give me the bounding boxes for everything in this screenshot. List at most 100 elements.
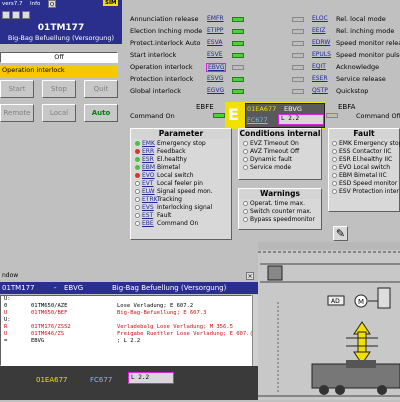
sim-badge: SIM [103,0,119,6]
status-dot [332,165,337,170]
window-unit: 01TM177 [2,284,35,292]
parameter-code[interactable]: ELW [142,188,157,196]
window-titlebar: ndow × [0,272,258,281]
footer-fc[interactable]: FC677 [90,376,112,384]
parameter-row: EVS Interlocking signal [135,204,227,212]
status-dot [243,157,248,162]
signal-code-qstp[interactable]: QSTP [312,87,328,94]
status-dot [135,189,140,194]
status-dot [135,149,140,154]
fault-row: EMK Emergency stop [332,140,400,148]
fault-title: Fault [329,129,399,139]
signal-code-etipp[interactable]: ETIPP [206,27,224,34]
signal-led [292,65,304,70]
local-button[interactable]: Local [42,104,76,122]
parameter-code[interactable]: EST [142,212,157,220]
signal-led [232,41,244,46]
signal-code-eser[interactable]: ESER [312,75,328,82]
pencil-icon[interactable]: ✎ [333,226,348,241]
command-on-led [213,113,225,118]
status-dot [243,217,248,222]
window-button-2[interactable] [12,11,20,19]
listing-line: R 01TM176/ZS52 Verladebalg Lose Verladung;… [1,324,251,331]
parameter-label: Tracking [157,196,182,203]
condition-label: EVZ Timeout On [250,140,299,147]
listing-op: U [4,310,8,316]
status-dot [332,149,337,154]
signal-code-esva[interactable]: ESVA [206,39,223,46]
status-dot [332,189,337,194]
signal-led [292,41,304,46]
signal-label: Service release [336,75,386,83]
signal-code-egvg[interactable]: EGVG [206,87,225,94]
parameter-label: Fault [157,212,172,219]
parameter-code[interactable]: ESR [142,156,157,164]
signal-label: Annunciation release [130,15,199,23]
status-dot [243,165,248,170]
window-button-3[interactable] [22,11,30,19]
signal-code-esvg[interactable]: ESVG [206,75,224,82]
start-button[interactable]: Start [0,80,34,98]
info-label[interactable]: Info [30,1,40,7]
parameter-code[interactable]: ETRK [142,196,158,204]
parameter-code[interactable]: EVS [142,204,157,212]
signal-code-edrw[interactable]: EDRW [312,39,330,46]
signal-code-emfr[interactable]: EMFR [206,15,225,22]
svg-text:M: M [358,298,364,306]
signal-code-eeiz[interactable]: EEIZ [312,27,325,34]
parameter-code[interactable]: ERR [142,148,157,156]
q-button[interactable]: Q [48,0,56,8]
fault-row: ESV Protection inter [332,188,399,196]
status-dot [135,181,140,186]
parameter-code[interactable]: EVO [142,172,157,180]
fb-fc[interactable]: FC677 [247,116,268,124]
parameter-code[interactable]: EMK [142,140,157,148]
remote-button[interactable]: Remote [0,104,34,122]
listing-op: U: [4,317,11,323]
signal-led [292,53,304,58]
window-title: ndow [2,272,19,279]
command-off-label: Command Off [356,112,400,120]
parameter-label: Bimetal [157,164,181,171]
signal-code-ebvg[interactable]: EBVG [206,63,227,72]
parameter-code[interactable]: EVT [142,180,157,188]
fault-label: EBM Bimetal IIC [339,172,387,179]
parameter-row: EMK Emergency stop [135,140,227,148]
signal-led [292,89,304,94]
parameter-code[interactable]: EBM [142,164,157,172]
fault-label: EMK Emergency stop [339,140,400,147]
window-button-1[interactable] [2,11,10,19]
warning-label: Bypass speedmonitor [250,216,315,223]
fault-panel: Fault EMK Emergency stop ESS Contactor II… [328,128,400,212]
version-label: vers7.7 [2,1,23,7]
ebfa-code: EBFA [338,103,356,111]
listing-op: R [4,324,8,330]
auto-button[interactable]: Auto [84,104,118,122]
status-dot [135,205,140,210]
signal-code-epuls[interactable]: EPULS [312,51,331,58]
parameter-label: Command On [157,220,199,227]
close-icon[interactable]: × [246,272,254,280]
signal-code-esve[interactable]: ESVE [206,51,224,58]
signal-code-eqit[interactable]: EQIT [312,63,326,70]
signal-led [232,53,244,58]
plant-diagram: AD M [258,242,400,400]
signal-label: Speed monitor release [336,39,400,47]
parameter-row: EVT Local feeler pin [135,180,227,188]
signal-label: Protect.interlock Auto [130,39,201,47]
stop-button[interactable]: Stop [42,80,76,98]
parameter-panel: Parameter EMK Emergency stop ERR Feedback ES… [130,128,232,240]
fault-label: ESD Speed monitor [339,180,398,187]
parameter-label: Feedback [157,148,186,155]
quit-button[interactable]: Quit [84,80,118,98]
parameter-code[interactable]: EBE [142,220,157,228]
fault-row: ESR El.healthy IIC [332,156,396,164]
fault-row: ESD Speed monitor [332,180,398,188]
signal-code-eloc[interactable]: ELOC [312,15,328,22]
status-dot [135,157,140,162]
status-dot [332,157,337,162]
title-bar: vers7.7 Info Q SIM [0,0,122,22]
command-on-label: Command On [130,112,175,120]
ebfe-code: EBFE [196,103,214,111]
parameter-title: Parameter [131,129,231,139]
